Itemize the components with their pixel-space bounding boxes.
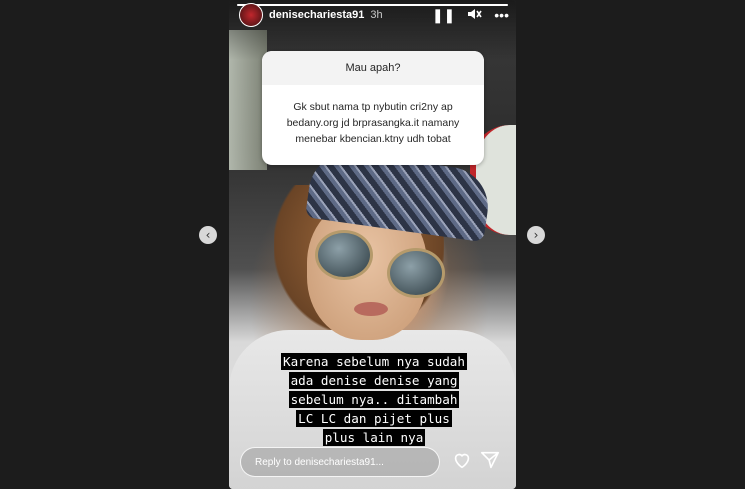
answer-line: bedany.org jd brprasangka.it namany: [286, 117, 460, 129]
send-icon[interactable]: [479, 449, 501, 471]
story-header: denisechariesta91 3h ❚❚ •••: [239, 3, 509, 27]
story-controls: ❚❚ •••: [432, 7, 509, 23]
chevron-right-icon: ›: [533, 228, 539, 242]
next-story-button[interactable]: ›: [527, 226, 545, 244]
time-ago: 3h: [370, 9, 383, 21]
caption-line: sebelum nya.. ditambah: [288, 391, 460, 408]
answer-line: menebar kbencian.ktny udh tobat: [295, 133, 451, 145]
previous-story-button[interactable]: ‹: [199, 226, 217, 244]
story-caption: Karena sebelum nya sudah ada denise deni…: [249, 352, 499, 447]
username[interactable]: denisechariesta91: [269, 9, 364, 21]
question-sticker: Mau apah? Gk sbut nama tp nybutin cri2ny…: [262, 51, 484, 165]
caption-line: LC LC dan pijet plus: [296, 410, 452, 427]
caption-line: plus lain nya: [322, 429, 426, 446]
lips: [354, 302, 388, 316]
answer-line: Gk sbut nama tp nybutin cri2ny ap: [293, 101, 453, 113]
caption-line: Karena sebelum nya sudah: [281, 353, 467, 370]
more-icon[interactable]: •••: [494, 8, 509, 22]
story-viewer[interactable]: denisechariesta91 3h ❚❚ ••• Mau apah? Gk…: [229, 0, 516, 489]
speaker-muted-icon[interactable]: [467, 7, 482, 23]
question-prompt: Mau apah?: [262, 51, 484, 85]
chevron-left-icon: ‹: [205, 228, 211, 242]
caption-line: ada denise denise yang: [288, 372, 460, 389]
avatar[interactable]: [239, 3, 263, 27]
sunglasses-lens-right: [387, 248, 445, 298]
pause-icon[interactable]: ❚❚: [432, 8, 455, 22]
question-answer: Gk sbut nama tp nybutin cri2ny ap bedany…: [262, 85, 484, 161]
sunglasses-lens-left: [315, 230, 373, 280]
reply-input[interactable]: Reply to denisechariesta91...: [240, 447, 440, 477]
heart-icon[interactable]: [451, 449, 473, 471]
